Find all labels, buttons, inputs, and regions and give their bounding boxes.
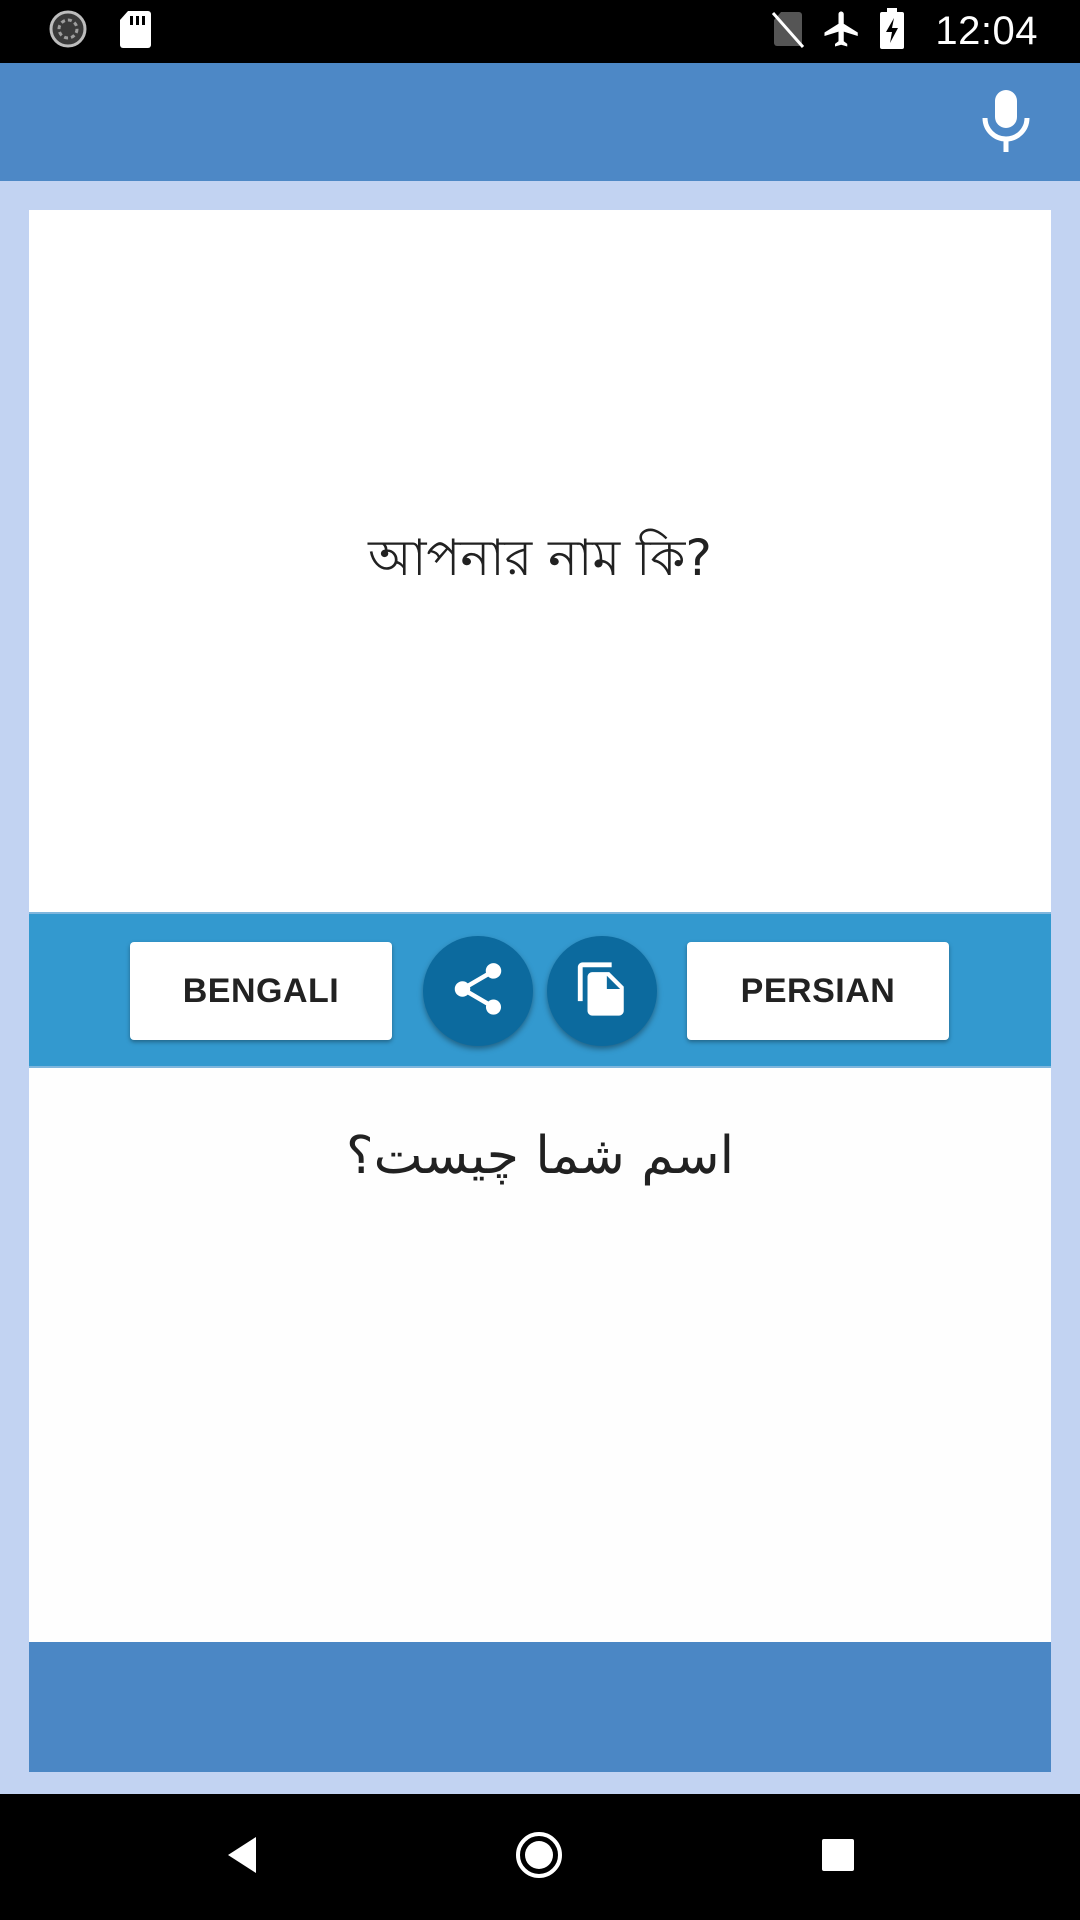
recents-button[interactable]: [805, 1824, 871, 1890]
status-bar: 12:04: [0, 0, 1080, 63]
navigation-bar: [0, 1794, 1080, 1920]
source-language-button[interactable]: BENGALI: [130, 942, 392, 1040]
recents-icon: [820, 1837, 856, 1877]
source-text-panel[interactable]: আপনার নাম কি?: [29, 210, 1051, 912]
home-icon: [514, 1830, 564, 1884]
copy-icon: [573, 960, 631, 1022]
microphone-icon: [979, 88, 1033, 158]
translation-panel: اسم شما چیست؟: [29, 1068, 1051, 1642]
no-sim-icon: [771, 9, 805, 53]
app-bar: [0, 63, 1080, 181]
sd-card-icon: [118, 9, 152, 53]
banner-area: [29, 1642, 1051, 1772]
back-button[interactable]: [209, 1824, 275, 1890]
voice-input-button[interactable]: [970, 87, 1042, 159]
screen: 12:04 আপনার নাম কি? BENGALI PERSIAN اسم …: [0, 0, 1080, 1920]
source-text: আপনার নাম কি?: [368, 528, 712, 587]
back-icon: [222, 1834, 262, 1880]
home-button[interactable]: [506, 1824, 572, 1890]
share-icon: [447, 958, 509, 1024]
translated-text: اسم شما چیست؟: [345, 1126, 735, 1186]
language-toolbar: BENGALI PERSIAN: [29, 912, 1051, 1068]
target-language-button[interactable]: PERSIAN: [687, 942, 949, 1040]
share-button[interactable]: [423, 936, 533, 1046]
status-time: 12:04: [935, 8, 1038, 53]
copy-button[interactable]: [547, 936, 657, 1046]
sync-icon: [48, 9, 88, 53]
battery-charging-icon: [879, 8, 905, 54]
airplane-mode-icon: [821, 8, 863, 54]
